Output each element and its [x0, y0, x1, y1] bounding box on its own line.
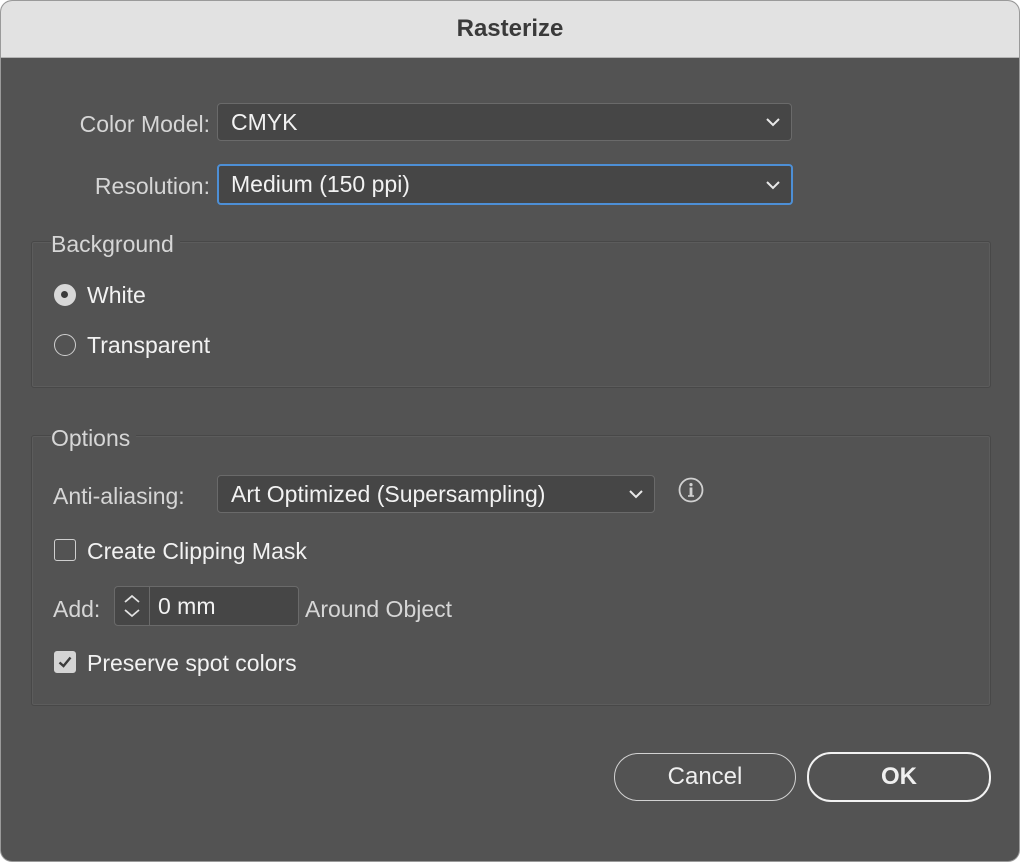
- cancel-button[interactable]: Cancel: [614, 753, 796, 801]
- options-legend: Options: [51, 423, 137, 453]
- rasterize-dialog: Rasterize Color Model: CMYK Resolution: …: [0, 0, 1020, 862]
- background-legend: Background: [51, 229, 180, 259]
- resolution-value: Medium (150 ppi): [231, 171, 410, 197]
- radio-white[interactable]: [54, 284, 76, 306]
- preserve-spot-colors-label: Preserve spot colors: [87, 650, 297, 676]
- add-value: 0 mm: [158, 593, 216, 619]
- preserve-spot-colors-checkbox[interactable]: [54, 651, 76, 673]
- background-group: [31, 241, 991, 388]
- resolution-select[interactable]: Medium (150 ppi): [217, 164, 793, 205]
- info-icon[interactable]: [678, 477, 704, 503]
- anti-aliasing-value: Art Optimized (Supersampling): [231, 480, 546, 507]
- resolution-label: Resolution:: [94, 173, 210, 199]
- radio-white-label: White: [87, 282, 146, 308]
- title-bar: Rasterize: [1, 1, 1019, 58]
- color-model-select[interactable]: CMYK: [217, 103, 792, 141]
- chevron-down-icon: [629, 490, 643, 499]
- radio-transparent-label: Transparent: [87, 332, 211, 358]
- around-object-label: Around Object: [305, 596, 453, 622]
- chevron-down-icon: [766, 118, 780, 127]
- create-clipping-mask-label: Create Clipping Mask: [87, 538, 307, 564]
- create-clipping-mask-checkbox[interactable]: [54, 539, 76, 561]
- stepper-arrows-icon[interactable]: [115, 587, 150, 625]
- chevron-down-icon: [766, 180, 780, 189]
- ok-button[interactable]: OK: [807, 752, 991, 802]
- checkmark-icon: [58, 656, 72, 668]
- radio-transparent[interactable]: [54, 334, 76, 356]
- anti-aliasing-label: Anti-aliasing:: [53, 483, 185, 509]
- add-label: Add:: [53, 596, 101, 622]
- color-model-label: Color Model:: [79, 111, 210, 137]
- color-model-value: CMYK: [231, 108, 298, 135]
- anti-aliasing-select[interactable]: Art Optimized (Supersampling): [217, 475, 655, 513]
- dialog-title: Rasterize: [456, 15, 564, 42]
- add-stepper[interactable]: 0 mm: [114, 586, 299, 626]
